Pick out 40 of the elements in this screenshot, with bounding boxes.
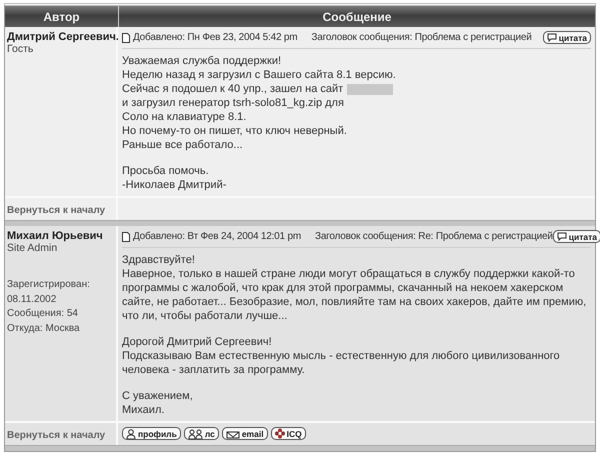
message-text: Здравствуйте! — [122, 254, 195, 266]
post-subject: Заголовок сообщения: Re: Проблема с регистрацией — [314, 231, 553, 242]
email-button[interactable]: email — [222, 427, 268, 440]
icq-button[interactable]: ICQ — [270, 427, 306, 440]
message-text: и загрузил генератор tsrh-solo81_kg.zip для — [122, 97, 344, 109]
column-header: Автор — [42, 8, 81, 26]
message-text: Дорогой Дмитрий Сергеевич! — [122, 336, 272, 348]
author-rank: Site Admin — [7, 242, 58, 254]
author-detail: Зарегистрирован: 08.11.2002 — [7, 278, 91, 306]
document-icon — [122, 32, 130, 42]
author-rank: Гость — [7, 43, 34, 55]
profile-button[interactable]: профиль — [122, 427, 181, 440]
envelope-icon — [226, 428, 240, 438]
message-text: Соло на клавиатуре 8.1. — [122, 111, 246, 123]
speech-bubble-icon — [556, 232, 567, 241]
pm-button[interactable]: лс — [184, 427, 219, 440]
message-text: Неделю назад я загрузил с Вашего сайта 8.1 версию. — [122, 69, 396, 81]
person-icon — [126, 428, 136, 438]
message-text: Сейчас я подошел к 40 упр., зашел на сайт — [122, 83, 344, 95]
post-date: Добавлено: Вт Фев 24, 2004 12:01 pm — [133, 231, 301, 242]
message-text: Просьба помочь. — [122, 165, 209, 177]
post-subject: Заголовок сообщения: Проблема с регистрацией — [311, 32, 533, 43]
message-text: Михаил. — [122, 404, 164, 416]
quote-button[interactable]: цитата — [552, 230, 600, 243]
author-name: Михаил Юрьевич — [7, 230, 104, 242]
quote-button[interactable]: цитата — [542, 31, 591, 44]
author-detail: Откуда: Москва — [7, 322, 81, 336]
message-text: Уважаемая служба поддержки! — [122, 55, 282, 67]
flower-icon — [274, 428, 285, 439]
author-detail: Сообщения: 54 — [7, 307, 79, 321]
message-text: Раньше все работало... — [122, 139, 243, 151]
people-icon — [188, 428, 203, 438]
message-text: С уважением, — [122, 390, 193, 402]
message-text: -Николаев Дмитрий- — [122, 179, 226, 191]
post-date: Добавлено: Пн Фев 23, 2004 5:42 pm — [133, 32, 298, 43]
speech-bubble-icon — [546, 33, 557, 42]
message-text: Но почему-то он пишет, что ключ неверный. — [122, 125, 347, 137]
message-text: Наверное, только в нашей стране люди могут обращаться в службу поддержки какой-то программы с жалобой, что крак для этой программы, скачанный на некоем хакерском сайте, не работает... Безобразие, мол, повлияйте там на своих хакеров, дайте им премию, что ли, чтобы работали лучше... — [122, 268, 586, 322]
document-icon — [122, 232, 130, 242]
message-text: Подсказываю Вам естественную мысль - естественную для любого цивилизованного человека - заплатить за программу. — [122, 350, 560, 376]
